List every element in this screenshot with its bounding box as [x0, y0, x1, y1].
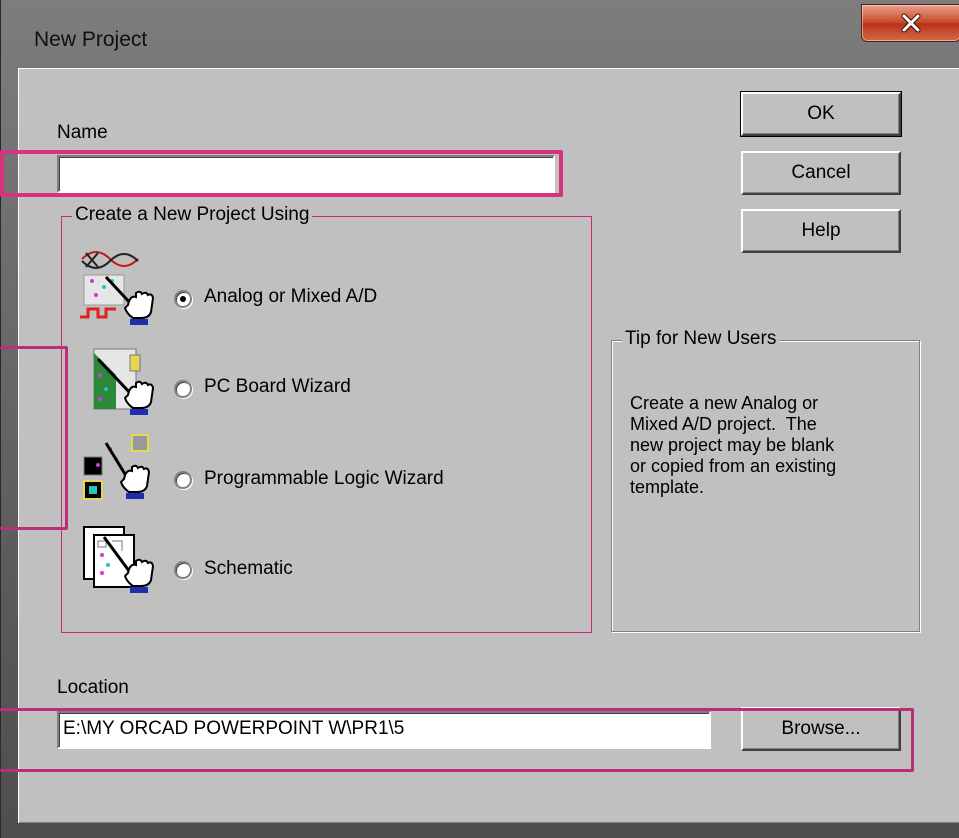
create-project-group-title: Create a New Project Using [72, 204, 313, 226]
cancel-button[interactable]: Cancel [741, 151, 901, 195]
close-icon [900, 13, 922, 33]
analog-mixed-icon [76, 247, 156, 327]
icons-highlight [0, 346, 68, 530]
programmable-logic-icon [76, 429, 156, 509]
pc-board-label[interactable]: PC Board Wizard [204, 376, 351, 398]
tip-line: or copied from an existing [630, 456, 837, 476]
name-label: Name [57, 122, 108, 143]
name-field-highlight [0, 150, 563, 197]
programmable-logic-radio[interactable] [174, 471, 192, 489]
analog-mixed-label[interactable]: Analog or Mixed A/D [204, 286, 377, 308]
ok-button[interactable]: OK [740, 91, 902, 137]
schematic-icon [76, 521, 156, 601]
tip-line: Mixed A/D project. The [630, 414, 817, 434]
tip-group-title: Tip for New Users [622, 328, 780, 350]
screen: New Project Name OK Cancel Help Create a… [0, 0, 959, 838]
create-project-group: Create a New Project Using Analog or Mix… [61, 204, 592, 633]
tip-group: Tip for New Users Create a new Analog or… [611, 328, 920, 632]
tip-line: Create a new Analog or [630, 393, 819, 413]
pc-board-radio[interactable] [174, 380, 192, 398]
schematic-radio[interactable] [174, 561, 192, 579]
tip-line: new project may be blank [630, 435, 835, 455]
title-bar[interactable]: New Project [18, 0, 959, 68]
radio-selected-dot [180, 296, 186, 302]
schematic-label[interactable]: Schematic [204, 558, 293, 580]
tip-line: template. [630, 477, 705, 497]
pc-board-icon [76, 345, 156, 425]
help-button[interactable]: Help [741, 209, 901, 253]
tip-text: Create a new Analog or Mixed A/D project… [630, 393, 920, 498]
location-label: Location [57, 677, 129, 698]
location-highlight [0, 708, 914, 772]
analog-mixed-radio[interactable] [174, 290, 192, 308]
close-button[interactable] [861, 4, 959, 42]
programmable-logic-label[interactable]: Programmable Logic Wizard [204, 468, 444, 490]
dialog-title: New Project [34, 28, 148, 51]
